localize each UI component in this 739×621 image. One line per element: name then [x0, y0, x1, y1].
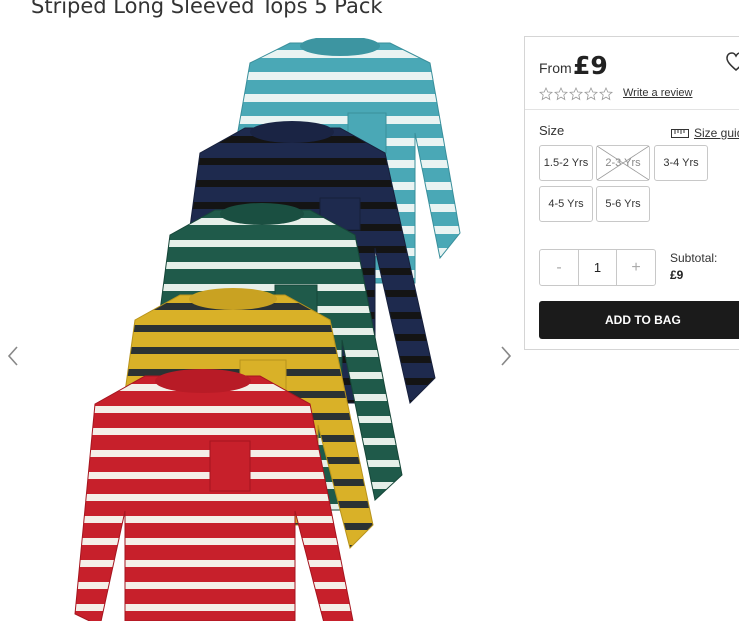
purchase-panel: From £9 Write a review Size Size guide 1… — [524, 36, 739, 350]
size-option-label: 5-6 Yrs — [605, 198, 641, 210]
star-icon — [539, 87, 553, 101]
subtotal-value: £9 — [670, 268, 684, 282]
quantity-decrease-button[interactable]: - — [540, 250, 578, 285]
product-title: Striped Long Sleeved Tops 5 Pack — [31, 0, 383, 18]
price: £9 — [573, 51, 608, 80]
heart-icon[interactable] — [725, 51, 739, 73]
rating-stars — [539, 87, 613, 101]
unavailable-cross-icon — [597, 146, 649, 180]
size-option-label: 1.5-2 Yrs — [543, 157, 589, 169]
ruler-icon — [671, 128, 689, 138]
chevron-right-icon[interactable] — [499, 345, 513, 367]
size-option-4-5[interactable]: 4-5 Yrs — [539, 186, 593, 222]
write-review-link[interactable]: Write a review — [623, 87, 692, 99]
star-icon — [569, 87, 583, 101]
size-option-5-6[interactable]: 5-6 Yrs — [596, 186, 650, 222]
size-option-2-3-unavailable[interactable]: 2-3 Yrs — [596, 145, 650, 181]
size-option-1-5-2[interactable]: 1.5-2 Yrs — [539, 145, 593, 181]
size-label: Size — [539, 123, 565, 138]
size-option-3-4[interactable]: 3-4 Yrs — [654, 145, 708, 181]
size-guide-link[interactable]: Size guide — [671, 126, 739, 140]
star-icon — [584, 87, 598, 101]
quantity-increase-button[interactable]: + — [617, 250, 655, 285]
star-icon — [554, 87, 568, 101]
quantity-stepper: - 1 + — [539, 249, 656, 286]
chevron-left-icon[interactable] — [6, 345, 20, 367]
star-icon — [599, 87, 613, 101]
size-option-label: 4-5 Yrs — [548, 198, 584, 210]
from-label: From — [539, 60, 572, 76]
size-option-label: 3-4 Yrs — [663, 157, 699, 169]
subtotal-label: Subtotal: — [670, 251, 718, 265]
size-guide-label: Size guide — [694, 126, 739, 140]
quantity-value[interactable]: 1 — [578, 250, 617, 285]
divider — [525, 109, 739, 110]
add-to-bag-button[interactable]: ADD TO BAG — [539, 301, 739, 339]
product-image — [74, 38, 461, 621]
